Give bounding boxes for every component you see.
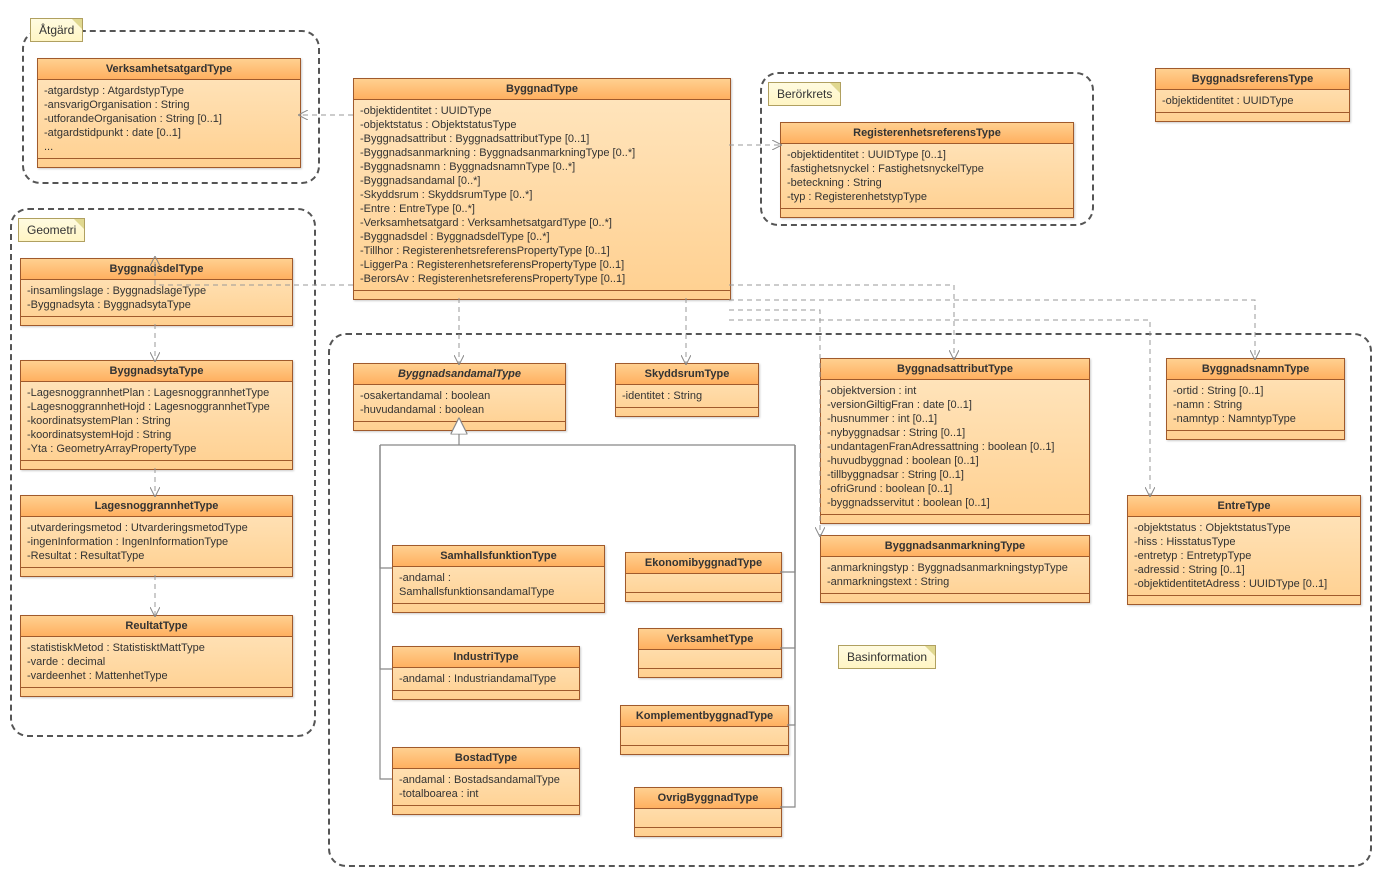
title: ReultatType xyxy=(21,616,292,637)
attrs: -objektidentitet : UUIDType xyxy=(1156,90,1349,112)
class-VerksamhetType: VerksamhetType xyxy=(638,628,782,678)
title: ByggnadsnamnType xyxy=(1167,359,1344,380)
label-berorkrets: Berörkrets xyxy=(777,87,832,101)
attrs: -insamlingslage : ByggnadslageType -Bygg… xyxy=(21,280,292,316)
class-OvrigByggnadType: OvrigByggnadType xyxy=(634,787,782,837)
note-berorkrets: Berörkrets xyxy=(768,82,841,106)
attrs: -anmarkningstyp : Byggnadsanmarkningstyp… xyxy=(821,557,1089,593)
attrs xyxy=(639,650,781,668)
class-ByggnadsdelType: ByggnadsdelType -insamlingslage : Byggna… xyxy=(20,258,293,326)
attrs xyxy=(626,574,781,592)
class-BostadType: BostadType -andamal : BostadsandamalType… xyxy=(392,747,580,815)
class-ByggnadsytaType: ByggnadsytaType -LagesnoggrannhetPlan : … xyxy=(20,360,293,470)
attrs: -LagesnoggrannhetPlan : Lagesnoggrannhet… xyxy=(21,382,292,460)
class-EkonomibyggnadType: EkonomibyggnadType xyxy=(625,552,782,602)
label-basinfo: Basinformation xyxy=(847,650,927,664)
title: LagesnoggrannhetType xyxy=(21,496,292,517)
class-ByggnadsanmarkningType: ByggnadsanmarkningType -anmarkningstyp :… xyxy=(820,535,1090,603)
class-ByggnadType: ByggnadType -objektidentitet : UUIDType … xyxy=(353,78,731,300)
attrs: -utvarderingsmetod : UtvarderingsmetodTy… xyxy=(21,517,292,567)
attrs: -osakertandamal : boolean -huvudandamal … xyxy=(354,385,565,421)
title: KomplementbyggnadType xyxy=(621,706,788,727)
class-IndustriType: IndustriType -andamal : IndustriandamalT… xyxy=(392,646,580,700)
attrs: -atgardstyp : AtgardstypType -ansvarigOr… xyxy=(38,80,300,158)
title: ByggnadType xyxy=(354,79,730,100)
attrs: -statistiskMetod : StatistisktMattType -… xyxy=(21,637,292,687)
title: ByggnadsdelType xyxy=(21,259,292,280)
attrs: -andamal : SamhallsfunktionsandamalType xyxy=(393,567,604,603)
title: ByggnadsytaType xyxy=(21,361,292,382)
attrs: -objektversion : int -versionGiltigFran … xyxy=(821,380,1089,514)
note-atgard: Åtgärd xyxy=(30,18,83,42)
title: ByggnadsandamalType xyxy=(354,364,565,385)
title: SkyddsrumType xyxy=(616,364,758,385)
title: SamhallsfunktionType xyxy=(393,546,604,567)
class-SamhallsfunktionType: SamhallsfunktionType -andamal : Samhalls… xyxy=(392,545,605,613)
title: EntreType xyxy=(1128,496,1360,517)
class-VerksamhetsatgardType: VerksamhetsatgardType -atgardstyp : Atga… xyxy=(37,58,301,168)
class-SkyddsrumType: SkyddsrumType -identitet : String xyxy=(615,363,759,417)
note-geometri: Geometri xyxy=(18,218,85,242)
title: OvrigByggnadType xyxy=(635,788,781,809)
class-LagesnoggrannhetType: LagesnoggrannhetType -utvarderingsmetod … xyxy=(20,495,293,577)
class-ByggnadsnamnType: ByggnadsnamnType -ortid : String [0..1] … xyxy=(1166,358,1345,440)
title: VerksamhetType xyxy=(639,629,781,650)
class-ByggnadsattributType: ByggnadsattributType -objektversion : in… xyxy=(820,358,1090,524)
title: VerksamhetsatgardType xyxy=(38,59,300,80)
attrs: -andamal : BostadsandamalType -totalboar… xyxy=(393,769,579,805)
title: EkonomibyggnadType xyxy=(626,553,781,574)
label-atgard: Åtgärd xyxy=(39,23,74,37)
attrs xyxy=(621,727,788,745)
label-geometri: Geometri xyxy=(27,223,76,237)
uml-canvas: { "packages": { "atgard": { "label": "Åt… xyxy=(0,0,1378,874)
class-ByggnadsreferensType: ByggnadsreferensType -objektidentitet : … xyxy=(1155,68,1350,122)
attrs xyxy=(635,809,781,827)
title: IndustriType xyxy=(393,647,579,668)
attrs: -objektidentitet : UUIDType [0..1] -fast… xyxy=(781,144,1073,208)
attrs: -identitet : String xyxy=(616,385,758,407)
attrs: -ortid : String [0..1] -namn : String -n… xyxy=(1167,380,1344,430)
title: ByggnadsanmarkningType xyxy=(821,536,1089,557)
attrs: -andamal : IndustriandamalType xyxy=(393,668,579,690)
title: BostadType xyxy=(393,748,579,769)
class-ByggnadsandamalType: ByggnadsandamalType -osakertandamal : bo… xyxy=(353,363,566,431)
class-KomplementbyggnadType: KomplementbyggnadType xyxy=(620,705,789,755)
class-ReultatType: ReultatType -statistiskMetod : Statistis… xyxy=(20,615,293,697)
class-RegisterenhetsreferensType: RegisterenhetsreferensType -objektidenti… xyxy=(780,122,1074,218)
attrs: -objektstatus : ObjektstatusType -hiss :… xyxy=(1128,517,1360,595)
title: ByggnadsreferensType xyxy=(1156,69,1349,90)
class-EntreType: EntreType -objektstatus : ObjektstatusTy… xyxy=(1127,495,1361,605)
note-basinfo: Basinformation xyxy=(838,645,936,669)
title: RegisterenhetsreferensType xyxy=(781,123,1073,144)
attrs: -objektidentitet : UUIDType -objektstatu… xyxy=(354,100,730,290)
title: ByggnadsattributType xyxy=(821,359,1089,380)
